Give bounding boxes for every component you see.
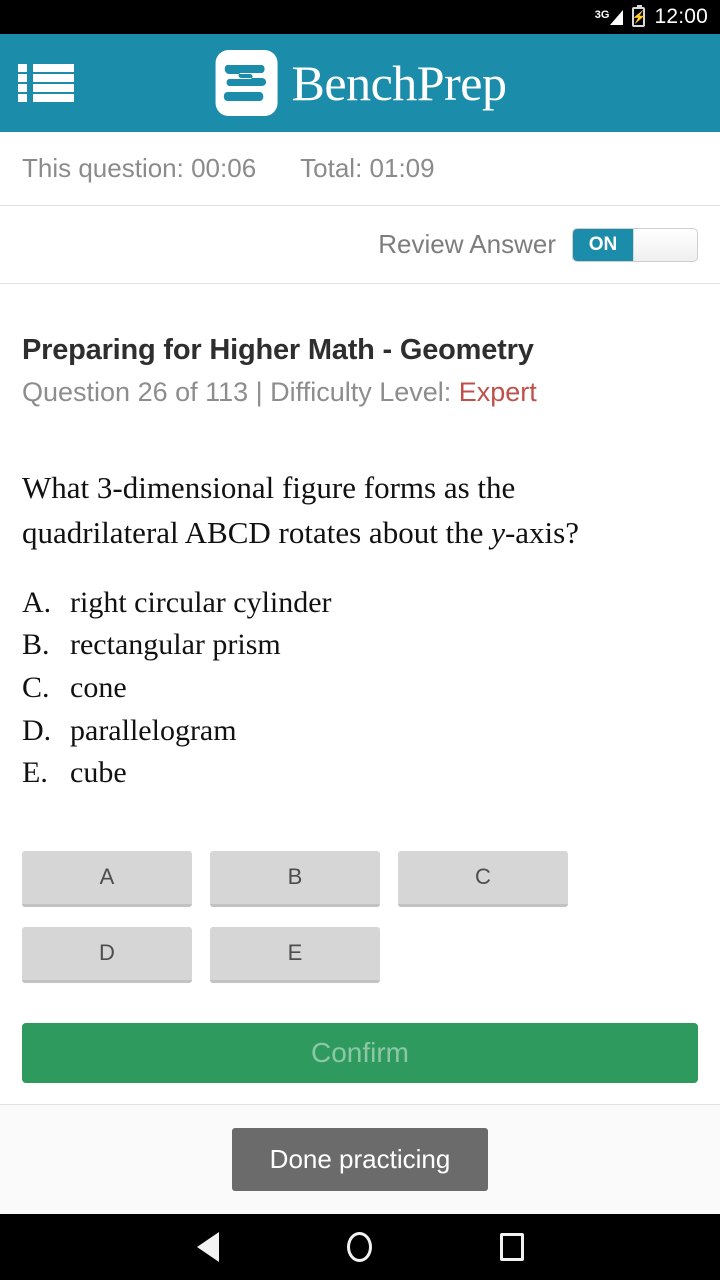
answer-button-e[interactable]: E: [210, 926, 380, 983]
choice-text: parallelogram: [70, 713, 237, 747]
question-stem-line-2: quadrilateral ABCD rotates about the y-a…: [22, 511, 622, 556]
question-counter: Question 26 of 113 | Difficulty Level:: [22, 377, 459, 407]
timer-bar: This question: 00:06 Total: 01:09: [0, 132, 720, 206]
choice-text: rectangular prism: [70, 628, 281, 662]
answer-button-d[interactable]: D: [22, 926, 192, 983]
choice-letter: B.: [22, 628, 50, 662]
app-header-bar: BenchPrep: [0, 34, 720, 132]
question-timer: This question: 00:06: [22, 153, 257, 183]
choice-text: cone: [70, 671, 127, 705]
answer-button-a[interactable]: A: [22, 850, 192, 907]
list-item: D. parallelogram: [22, 710, 698, 753]
choice-letter: D.: [22, 713, 52, 747]
list-item: C. cone: [22, 667, 698, 710]
back-triangle-icon[interactable]: [196, 1232, 219, 1262]
footer-bar: Done practicing: [0, 1104, 720, 1214]
home-circle-icon[interactable]: [346, 1232, 372, 1262]
app-root: 3G ⚡ 12:00 BenchPrep This question: 00:0…: [0, 0, 720, 1280]
brand-name-text: BenchPrep: [291, 55, 507, 111]
list-menu-icon[interactable]: [18, 61, 74, 105]
question-meta: Question 26 of 113 | Difficulty Level: E…: [22, 377, 698, 408]
choice-letter: E.: [22, 756, 48, 790]
toggle-knob[interactable]: [633, 228, 697, 261]
page-title: Preparing for Higher Math - Geometry: [22, 334, 534, 366]
answer-choice-grid: A B C D E: [22, 850, 698, 983]
stem-text-post: -axis?: [504, 514, 579, 550]
network-type-label: 3G: [594, 8, 610, 21]
stem-text-pre: quadrilateral ABCD rotates about the: [22, 514, 492, 550]
question-content: Preparing for Higher Math - Geometry Que…: [0, 284, 720, 1104]
done-practicing-button[interactable]: Done practicing: [231, 1128, 489, 1191]
review-answer-label: Review Answer: [378, 229, 556, 259]
list-item: A. right circular cylinder: [22, 582, 698, 625]
choice-letter: C.: [22, 671, 50, 705]
status-bar-clock: 12:00: [654, 5, 708, 28]
battery-charging-icon: ⚡: [631, 5, 647, 27]
signal-triangle-icon: [610, 9, 624, 25]
list-item: E. cube: [22, 752, 698, 795]
list-item: B. rectangular prism: [22, 624, 698, 667]
android-nav-bar: [0, 1214, 720, 1280]
benchprep-logo-icon: [215, 50, 278, 116]
android-status-bar: 3G ⚡ 12:00: [0, 0, 720, 34]
answer-button-b[interactable]: B: [210, 850, 380, 907]
review-answer-toggle[interactable]: ON: [572, 227, 698, 262]
brand-lockup: BenchPrep: [214, 48, 507, 118]
question-stem: What 3-dimensional figure forms as the q…: [22, 466, 622, 556]
answer-button-c[interactable]: C: [398, 850, 568, 907]
choice-text: right circular cylinder: [70, 585, 332, 619]
toggle-state-label: ON: [573, 228, 633, 261]
signal-bars-icon: 3G: [594, 8, 624, 25]
question-stem-line-1: What 3-dimensional figure forms as the: [22, 470, 516, 505]
bolt-glyph: ⚡: [631, 10, 647, 24]
stem-variable: y: [491, 514, 505, 550]
confirm-button[interactable]: Confirm: [22, 1022, 698, 1083]
choices-list: A. right circular cylinder B. rectangula…: [22, 582, 698, 795]
review-answer-bar: Review Answer ON: [0, 206, 720, 284]
total-timer: Total: 01:09: [300, 153, 435, 183]
recents-square-icon[interactable]: [499, 1233, 524, 1261]
difficulty-badge: Expert: [458, 377, 537, 407]
choice-text: cube: [70, 756, 127, 790]
choice-letter: A.: [22, 585, 52, 619]
